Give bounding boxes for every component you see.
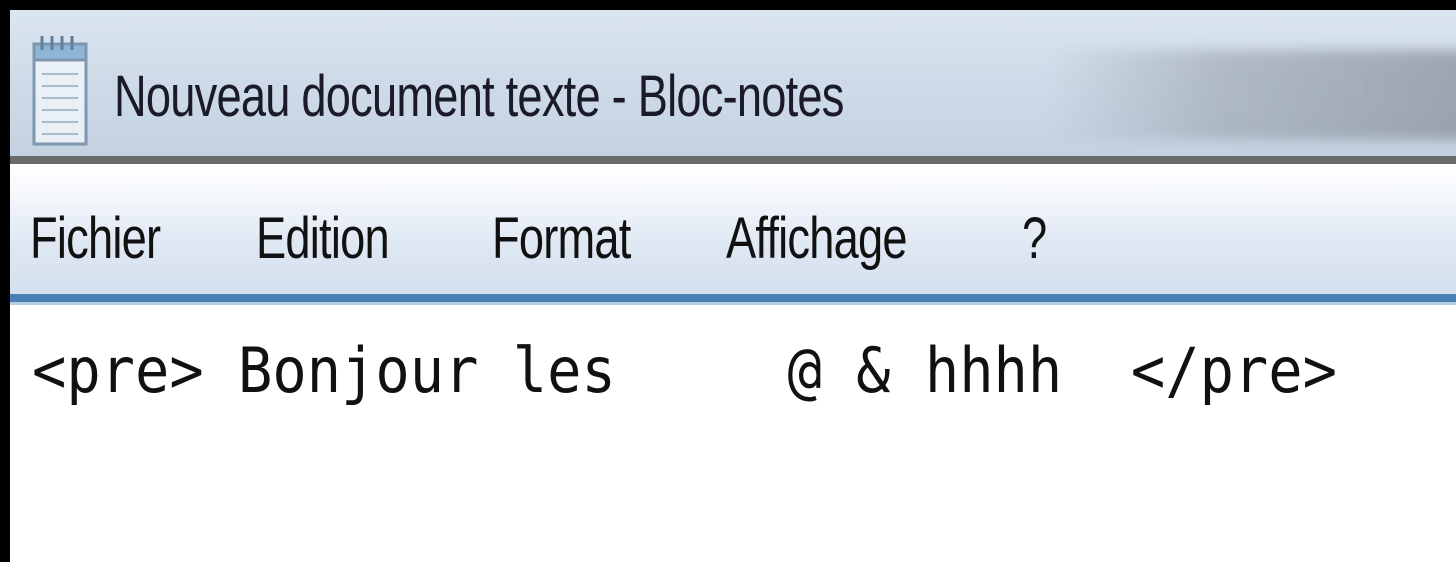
menu-affichage[interactable]: Affichage — [726, 204, 908, 274]
menu-divider — [10, 294, 1456, 302]
text-editor-area[interactable]: <pre> Bonjour les @ & hhhh </pre> — [10, 305, 1456, 562]
menu-format[interactable]: Format — [492, 204, 631, 274]
notepad-icon[interactable] — [28, 30, 90, 148]
title-divider — [10, 156, 1456, 164]
menu-edition[interactable]: Edition — [256, 204, 390, 274]
editor-content[interactable]: <pre> Bonjour les @ & hhhh </pre> — [32, 333, 1337, 409]
title-bar-glass — [1050, 50, 1456, 140]
title-bar[interactable]: Nouveau document texte - Bloc-notes — [10, 10, 1456, 156]
menu-bar: Fichier Edition Format Affichage ? — [10, 164, 1456, 294]
notepad-window: Nouveau document texte - Bloc-notes Fich… — [10, 10, 1456, 562]
window-title: Nouveau document texte - Bloc-notes — [114, 64, 844, 129]
menu-fichier[interactable]: Fichier — [30, 204, 161, 274]
menu-help[interactable]: ? — [1022, 204, 1047, 274]
